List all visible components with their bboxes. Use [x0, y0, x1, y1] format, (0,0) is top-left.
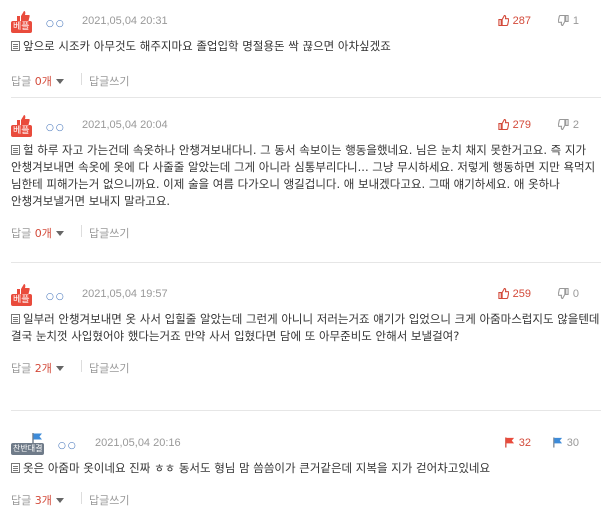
- dislike-button[interactable]: 0: [557, 287, 579, 300]
- reply-label: 답글: [11, 75, 32, 88]
- author-masked[interactable]: ○○: [46, 123, 66, 133]
- like-button[interactable]: 287: [498, 14, 531, 27]
- reply-count: 3개: [34, 494, 52, 507]
- dislike-count: 2: [572, 119, 579, 131]
- comment-date: 2021,05,04 20:16: [95, 437, 181, 449]
- comment-date: 2021,05,04 20:04: [82, 119, 168, 131]
- write-reply-link[interactable]: 답글쓰기: [89, 225, 129, 241]
- reply-toggle[interactable]: 답글 2개: [11, 360, 64, 376]
- comment-footer: 답글 2개 답글쓰기: [11, 357, 601, 377]
- reply-count: 2개: [34, 362, 52, 375]
- dislike-count: 30: [566, 437, 579, 449]
- write-reply-link[interactable]: 답글쓰기: [89, 73, 129, 89]
- comment-item: 베플 ○○ 2021,05,04 20:31 287 1 앞으로 시조카 아무것…: [11, 0, 601, 98]
- author-masked[interactable]: ○○: [46, 292, 66, 302]
- comment-header: 베플 ○○ 2021,05,04 19:57 259 0: [11, 284, 601, 306]
- best-badge: 베플: [11, 115, 36, 137]
- comment-footer: 답글 3개 답글쓰기: [11, 489, 601, 509]
- divider: [81, 492, 82, 504]
- thumbs-up-icon: [498, 287, 509, 300]
- reply-toggle[interactable]: 답글 0개: [11, 73, 64, 89]
- comment-text: 일부러 안챙겨보내면 옷 사서 입힐줄 알았는데 그런게 아니니 저러는거죠 얘…: [11, 312, 600, 343]
- thumbs-down-icon: [557, 118, 569, 131]
- comment-footer: 답글 0개 답글쓰기: [11, 222, 601, 242]
- dislike-count: 0: [572, 288, 579, 300]
- comment-body: 옷은 아줌마 옷이네요 진짜 ㅎㅎ 동서도 형님 맘 씀씀이가 큰거같은데 지복…: [11, 460, 601, 477]
- document-icon: [11, 463, 20, 473]
- divider: [81, 225, 82, 237]
- reply-label: 답글: [11, 227, 32, 240]
- thumbs-down-icon: [557, 14, 569, 27]
- author-masked[interactable]: ○○: [46, 19, 66, 29]
- flag-icon: [552, 437, 562, 448]
- write-reply-link[interactable]: 답글쓰기: [89, 492, 129, 508]
- caret-down-icon: [55, 498, 64, 503]
- divider: [81, 360, 82, 372]
- thumbs-down-icon: [557, 287, 569, 300]
- comment-text: 헐 하루 자고 가는건데 속옷하나 안챙겨보내다니. 그 동서 속보이는 행동을…: [11, 143, 596, 208]
- best-badge: 베플: [11, 284, 36, 306]
- comment-footer: 답글 0개 답글쓰기: [11, 70, 601, 90]
- comment-header: 베플 ○○ 2021,05,04 20:04 279 2: [11, 115, 601, 137]
- caret-down-icon: [55, 79, 64, 84]
- versus-badge: 찬반대결: [11, 433, 51, 455]
- dislike-button[interactable]: 1: [557, 14, 579, 27]
- divider: [81, 73, 82, 85]
- comment-body: 앞으로 시조카 아무것도 해주지마요 졸업입학 명절용돈 싹 끊으면 아차싶겠죠: [11, 38, 601, 55]
- comment-item: 베플 ○○ 2021,05,04 20:04 279 2 헐 하루 자고 가는건…: [11, 98, 601, 263]
- reply-label: 답글: [11, 494, 32, 507]
- comment-list: 베플 ○○ 2021,05,04 20:31 287 1 앞으로 시조카 아무것…: [0, 0, 613, 527]
- comment-date: 2021,05,04 20:31: [82, 15, 168, 27]
- reply-label: 답글: [11, 362, 32, 375]
- like-button[interactable]: 259: [498, 287, 531, 300]
- badge-label: 찬반대결: [11, 443, 45, 455]
- comment-body: 헐 하루 자고 가는건데 속옷하나 안챙겨보내다니. 그 동서 속보이는 행동을…: [11, 142, 601, 210]
- like-button[interactable]: 32: [504, 437, 531, 449]
- badge-label: 베플: [11, 21, 32, 33]
- best-badge: 베플: [11, 11, 36, 33]
- like-count: 259: [512, 288, 531, 300]
- write-reply-link[interactable]: 답글쓰기: [89, 360, 129, 376]
- comment-text: 옷은 아줌마 옷이네요 진짜 ㅎㅎ 동서도 형님 맘 씀씀이가 큰거같은데 지복…: [23, 461, 491, 475]
- comment-date: 2021,05,04 19:57: [82, 288, 168, 300]
- document-icon: [11, 145, 20, 155]
- caret-down-icon: [55, 231, 64, 236]
- reply-toggle[interactable]: 답글 0개: [11, 225, 64, 241]
- like-count: 279: [512, 119, 531, 131]
- badge-label: 베플: [11, 294, 32, 306]
- comment-header: 찬반대결 ○○ 2021,05,04 20:16 32 30: [11, 433, 601, 455]
- flag-icon: [504, 437, 514, 448]
- document-icon: [11, 41, 20, 51]
- author-masked[interactable]: ○○: [58, 441, 78, 451]
- dislike-count: 1: [572, 15, 579, 27]
- badge-label: 베플: [11, 125, 32, 137]
- comment-body: 일부러 안챙겨보내면 옷 사서 입힐줄 알았는데 그런게 아니니 저러는거죠 얘…: [11, 311, 601, 345]
- dislike-button[interactable]: 30: [552, 437, 579, 449]
- reply-count: 0개: [34, 75, 52, 88]
- comment-text: 앞으로 시조카 아무것도 해주지마요 졸업입학 명절용돈 싹 끊으면 아차싶겠죠: [23, 39, 391, 53]
- caret-down-icon: [55, 366, 64, 371]
- comment-item: 베플 ○○ 2021,05,04 19:57 259 0 일부러 안챙겨보내면 …: [11, 263, 601, 411]
- document-icon: [11, 314, 20, 324]
- thumbs-up-icon: [498, 14, 509, 27]
- like-button[interactable]: 279: [498, 118, 531, 131]
- comment-header: 베플 ○○ 2021,05,04 20:31 287 1: [11, 11, 601, 33]
- dislike-button[interactable]: 2: [557, 118, 579, 131]
- reply-toggle[interactable]: 답글 3개: [11, 492, 64, 508]
- thumbs-up-icon: [498, 118, 509, 131]
- reply-count: 0개: [34, 227, 52, 240]
- like-count: 32: [518, 437, 531, 449]
- comment-item: 찬반대결 ○○ 2021,05,04 20:16 32 30 옷은 아줌마 옷이…: [11, 411, 601, 527]
- like-count: 287: [512, 15, 531, 27]
